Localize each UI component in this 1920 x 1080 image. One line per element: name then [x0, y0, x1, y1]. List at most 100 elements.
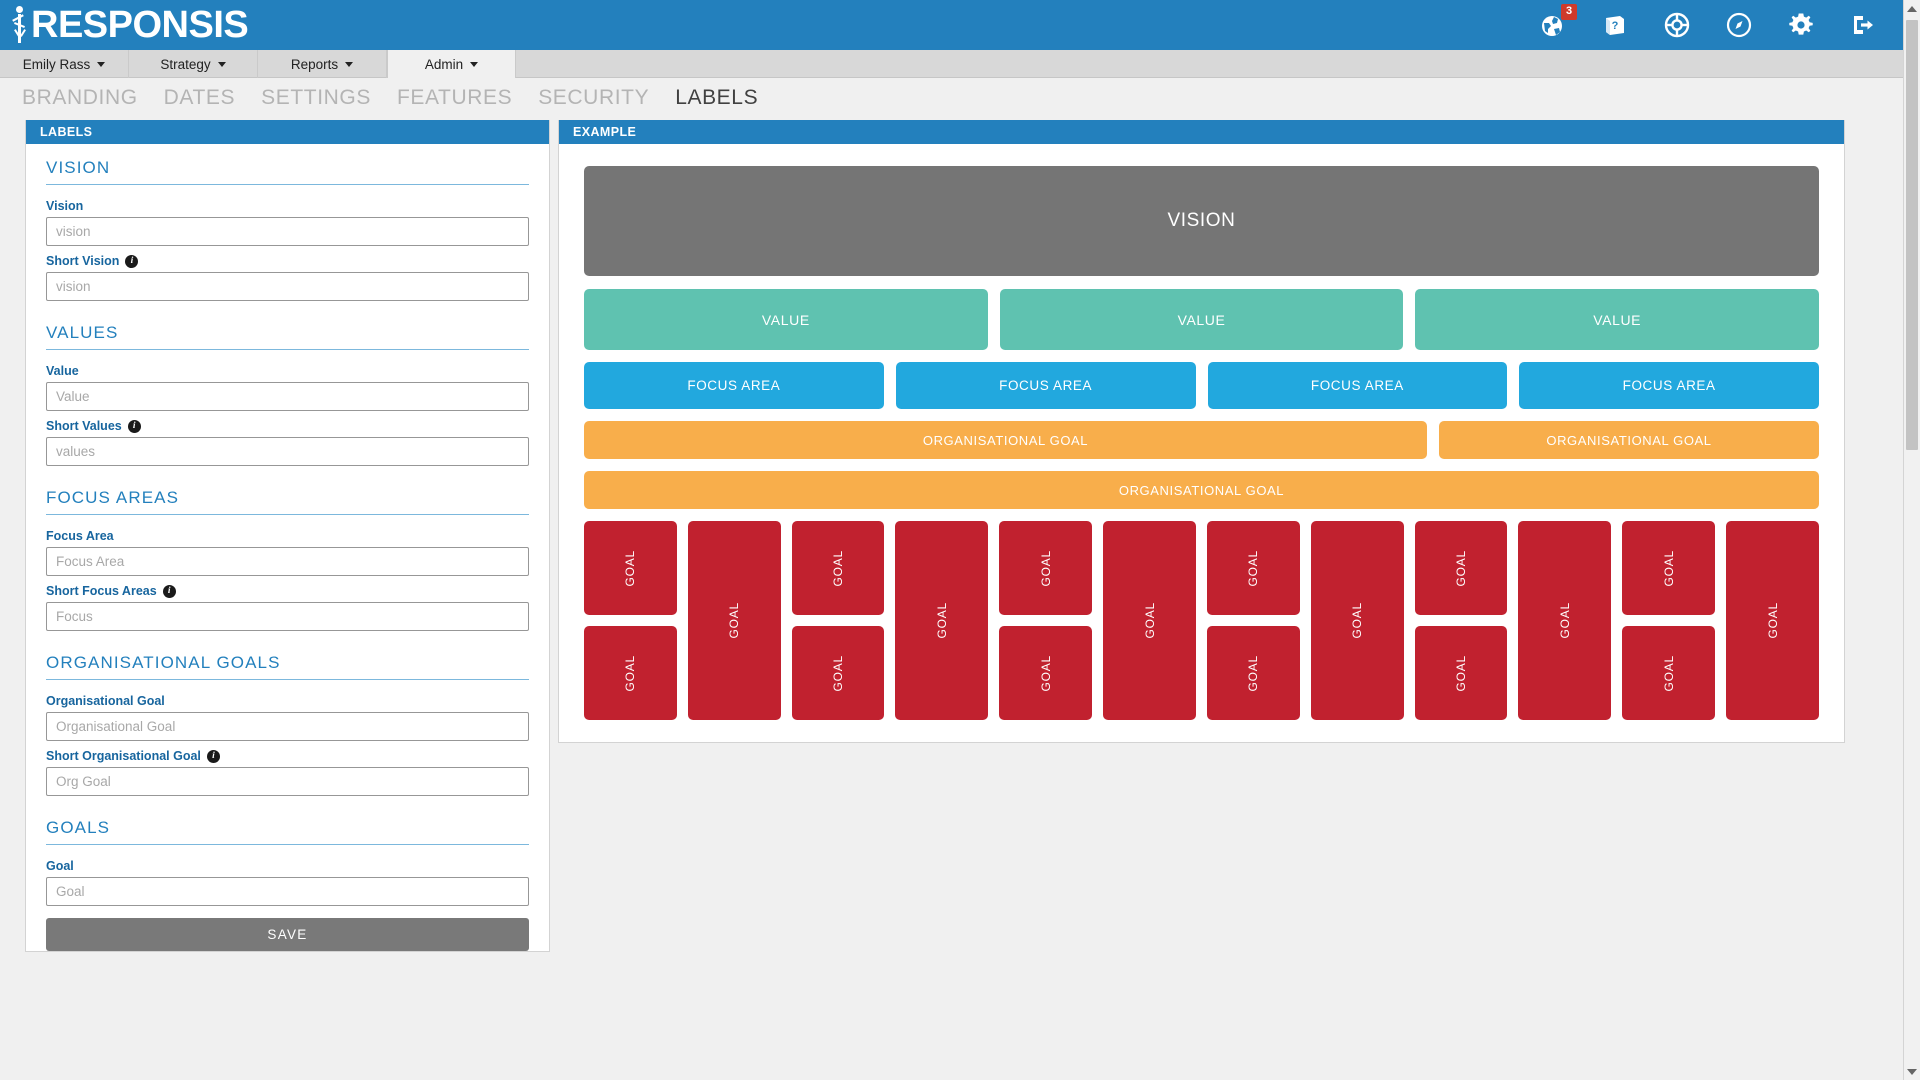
- example-goal-box: GOAL: [1206, 521, 1300, 615]
- short-vision-input[interactable]: [46, 272, 529, 301]
- value-input[interactable]: [46, 382, 529, 411]
- example-goal-box: GOAL: [999, 626, 1093, 720]
- example-org-goal-box: ORGANISATIONAL GOAL: [1439, 421, 1819, 459]
- info-icon[interactable]: i: [125, 254, 139, 268]
- section-divider: [46, 349, 529, 350]
- section-divider: [46, 514, 529, 515]
- goal-label: GOAL: [1038, 549, 1053, 587]
- subtab-branding[interactable]: BRANDING: [22, 86, 138, 110]
- gear-settings-icon[interactable]: [1786, 10, 1816, 40]
- nav-tab-label: Admin: [424, 56, 464, 72]
- brand-name: RESPONSIS: [31, 4, 249, 46]
- goal-label: GOAL: [1142, 602, 1157, 639]
- subtab-features[interactable]: FEATURES: [397, 86, 512, 110]
- goal-label: GOAL: [1454, 654, 1469, 692]
- subtab-labels[interactable]: LABELS: [675, 86, 758, 110]
- focus-area-label: FOCUS AREA: [1622, 378, 1716, 393]
- scroll-down-arrow-icon[interactable]: [1904, 1063, 1920, 1080]
- field-organisational-goal: Organisational Goal: [46, 694, 529, 741]
- example-org-goal-box: ORGANISATIONAL GOAL: [584, 471, 1819, 509]
- labels-panel-body: VISION Vision Short Vision i VALUES: [26, 144, 549, 951]
- goal-label: GOAL: [831, 549, 846, 587]
- field-label-focus-area: Focus Area: [46, 529, 529, 543]
- example-focus-area-box: FOCUS AREA: [1519, 362, 1819, 409]
- nav-tab-label: Reports: [290, 56, 339, 72]
- help-book-icon[interactable]: ?: [1600, 10, 1630, 40]
- page-scrollbar[interactable]: [1903, 0, 1920, 1080]
- example-goals-grid: GOAL GOAL GOAL GOAL GOAL GOAL GOAL GOAL …: [584, 521, 1819, 720]
- chevron-down-icon: [97, 61, 106, 67]
- subtab-dates[interactable]: DATES: [164, 86, 235, 110]
- value-label: VALUE: [1593, 311, 1642, 328]
- example-value-box: VALUE: [584, 289, 988, 350]
- label-text: Short Organisational Goal: [46, 749, 201, 763]
- example-goal-box: GOAL: [1414, 521, 1508, 615]
- field-label-short-values: Short Values i: [46, 419, 529, 433]
- goal-label: GOAL: [1661, 654, 1676, 692]
- logout-icon[interactable]: [1848, 10, 1878, 40]
- short-focus-areas-input[interactable]: [46, 602, 529, 631]
- compass-icon[interactable]: [1724, 10, 1754, 40]
- chevron-down-icon: [217, 61, 226, 67]
- example-vision-box: VISION: [584, 166, 1819, 276]
- nav-tab-label: Strategy: [160, 56, 211, 72]
- info-icon[interactable]: i: [127, 419, 141, 433]
- scroll-up-arrow-icon[interactable]: [1904, 0, 1920, 17]
- short-organisational-goal-input[interactable]: [46, 767, 529, 796]
- brand-logo[interactable]: RESPONSIS: [12, 0, 249, 50]
- example-focus-area-box: FOCUS AREA: [584, 362, 884, 409]
- short-values-input[interactable]: [46, 437, 529, 466]
- goal-column: GOAL GOAL: [999, 521, 1093, 720]
- focus-area-label: FOCUS AREA: [1310, 378, 1404, 393]
- field-label-organisational-goal: Organisational Goal: [46, 694, 529, 708]
- goal-column: GOAL: [1726, 521, 1819, 720]
- goal-column: GOAL: [1103, 521, 1196, 720]
- label-text: Short Values: [46, 419, 122, 433]
- scrollbar-thumb[interactable]: [1906, 20, 1918, 450]
- label-text: Short Focus Areas: [46, 584, 157, 598]
- goal-label: GOAL: [1557, 602, 1572, 639]
- nav-tab-strategy[interactable]: Strategy: [129, 50, 258, 78]
- example-goal-box: GOAL: [584, 626, 677, 720]
- save-button[interactable]: SAVE: [46, 918, 529, 951]
- goal-column: GOAL GOAL: [1622, 521, 1716, 720]
- notifications-globe-icon[interactable]: 3: [1538, 4, 1577, 40]
- info-icon[interactable]: i: [206, 749, 220, 763]
- field-short-vision: Short Vision i: [46, 254, 529, 301]
- lifebuoy-support-icon[interactable]: [1662, 10, 1692, 40]
- info-icon[interactable]: i: [162, 584, 176, 598]
- example-panel-header: EXAMPLE: [559, 120, 1844, 144]
- example-org-goals-row-1: ORGANISATIONAL GOAL ORGANISATIONAL GOAL: [584, 421, 1819, 459]
- vision-input[interactable]: [46, 217, 529, 246]
- example-value-box: VALUE: [999, 289, 1404, 350]
- subtab-security[interactable]: SECURITY: [538, 86, 649, 110]
- org-goal-label: ORGANISATIONAL GOAL: [1118, 482, 1285, 498]
- nav-tab-admin[interactable]: Admin: [387, 50, 516, 78]
- field-vision: Vision: [46, 199, 529, 246]
- focus-area-input[interactable]: [46, 547, 529, 576]
- label-text: Focus Area: [46, 529, 114, 543]
- label-text: Value: [46, 364, 79, 378]
- field-label-short-vision: Short Vision i: [46, 254, 529, 268]
- person-figure-icon: [12, 4, 29, 44]
- organisational-goal-input[interactable]: [46, 712, 529, 741]
- goal-label: GOAL: [623, 654, 638, 692]
- focus-area-label: FOCUS AREA: [999, 378, 1093, 393]
- goal-label: GOAL: [727, 602, 742, 639]
- example-goal-box: GOAL: [1622, 626, 1716, 720]
- subtab-settings[interactable]: SETTINGS: [261, 86, 371, 110]
- example-org-goal-box: ORGANISATIONAL GOAL: [584, 421, 1427, 459]
- content-area: LABELS VISION Vision Short Vision i VALU: [0, 118, 1920, 1080]
- example-goal-box: GOAL: [791, 521, 885, 615]
- nav-tab-emily-rass[interactable]: Emily Rass: [0, 50, 129, 78]
- example-value-box: VALUE: [1415, 289, 1820, 350]
- field-label-vision: Vision: [46, 199, 529, 213]
- example-goal-box: GOAL: [791, 626, 885, 720]
- field-goal: Goal: [46, 859, 529, 906]
- example-focus-areas-row: FOCUS AREA FOCUS AREA FOCUS AREA FOCUS A…: [584, 362, 1819, 409]
- goal-column: GOAL GOAL: [584, 521, 677, 720]
- nav-tab-reports[interactable]: Reports: [258, 50, 387, 78]
- example-values-row: VALUE VALUE VALUE: [584, 289, 1820, 350]
- goal-input[interactable]: [46, 877, 529, 906]
